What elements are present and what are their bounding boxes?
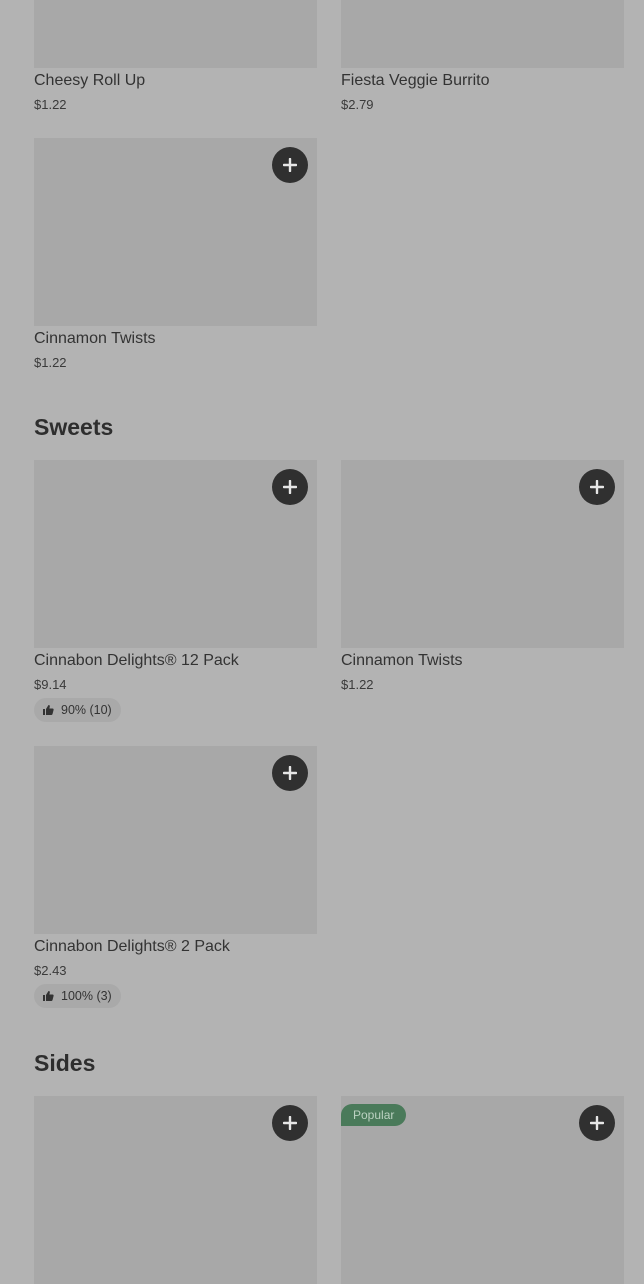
item-name[interactable]: Cinnabon Delights® 12 Pack [34, 652, 239, 670]
item-name[interactable]: Cinnabon Delights® 2 Pack [34, 938, 230, 956]
section-title-sides: Sides [34, 1050, 96, 1076]
add-button[interactable] [272, 469, 308, 505]
add-button[interactable] [272, 1105, 308, 1141]
rating-badge: 100% (3) [34, 984, 121, 1008]
rating-text: 100% (3) [61, 989, 112, 1003]
item-price: $1.22 [341, 677, 374, 692]
add-button[interactable] [272, 755, 308, 791]
plus-icon [283, 1116, 297, 1130]
thumbs-up-icon [43, 705, 54, 715]
add-button[interactable] [272, 147, 308, 183]
item-price: $1.22 [34, 97, 67, 112]
item-price: $1.22 [34, 355, 67, 370]
item-price: $2.79 [341, 97, 374, 112]
plus-icon [283, 480, 297, 494]
item-name[interactable]: Cinnamon Twists [341, 652, 463, 670]
item-name[interactable]: Cheesy Roll Up [34, 72, 145, 90]
item-image-cheesy-roll-up[interactable] [34, 0, 317, 68]
rating-text: 90% (10) [61, 703, 112, 717]
item-name[interactable]: Cinnamon Twists [34, 330, 156, 348]
item-image-fiesta-veggie-burrito[interactable] [341, 0, 624, 68]
popular-badge: Popular [341, 1104, 407, 1126]
item-price: $9.14 [34, 677, 67, 692]
thumbs-up-icon [43, 991, 54, 1001]
plus-icon [283, 158, 297, 172]
plus-icon [590, 480, 604, 494]
add-button[interactable] [579, 1105, 615, 1141]
item-price: $2.43 [34, 963, 67, 978]
item-name[interactable]: Fiesta Veggie Burrito [341, 72, 490, 90]
rating-badge: 90% (10) [34, 698, 121, 722]
add-button[interactable] [579, 469, 615, 505]
section-title-sweets: Sweets [34, 414, 114, 440]
plus-icon [283, 766, 297, 780]
plus-icon [590, 1116, 604, 1130]
